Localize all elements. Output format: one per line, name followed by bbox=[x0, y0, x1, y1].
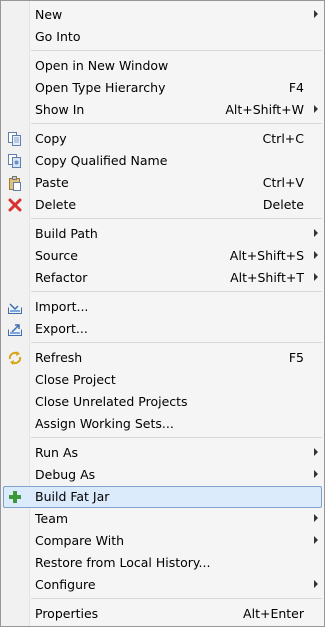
add-icon bbox=[7, 489, 23, 505]
submenu-arrow-icon bbox=[314, 514, 318, 522]
menu-item-label: New bbox=[35, 7, 63, 22]
copy-qualified-icon bbox=[7, 153, 23, 169]
menu-item-restore-from-local-history[interactable]: Restore from Local History... bbox=[1, 552, 324, 574]
menu-item-open-type-hierarchy[interactable]: Open Type Hierarchy F4 bbox=[1, 77, 324, 99]
submenu-arrow-icon bbox=[314, 470, 318, 478]
submenu-arrow-icon bbox=[314, 229, 318, 237]
menu-item-close-project[interactable]: Close Project bbox=[1, 369, 324, 391]
menu-item-label: Refactor bbox=[35, 270, 88, 285]
menu-item-build-fat-jar[interactable]: Build Fat Jar bbox=[1, 486, 324, 508]
submenu-arrow-icon bbox=[314, 273, 318, 281]
menu-separator bbox=[31, 342, 322, 343]
shortcut-label: Ctrl+C bbox=[262, 131, 304, 146]
menu-item-compare-with[interactable]: Compare With bbox=[1, 530, 324, 552]
menu-item-close-unrelated-projects[interactable]: Close Unrelated Projects bbox=[1, 391, 324, 413]
menu-item-import[interactable]: Import... bbox=[1, 296, 324, 318]
menu-separator bbox=[31, 291, 322, 292]
shortcut-label: Delete bbox=[262, 197, 304, 212]
menu-item-show-in[interactable]: Show In Alt+Shift+W bbox=[1, 99, 324, 121]
menu-item-label: Export... bbox=[35, 321, 88, 336]
shortcut-label: Alt+Enter bbox=[243, 606, 304, 621]
menu-item-label: Run As bbox=[35, 445, 79, 460]
menu-item-team[interactable]: Team bbox=[1, 508, 324, 530]
menu-item-label: Compare With bbox=[35, 533, 125, 548]
menu-item-copy-qualified-name[interactable]: Copy Qualified Name bbox=[1, 150, 324, 172]
menu-item-new[interactable]: New bbox=[1, 4, 324, 26]
menu-item-label: Open in New Window bbox=[35, 58, 169, 73]
menu-item-label: Open Type Hierarchy bbox=[35, 80, 166, 95]
menu-item-label: Assign Working Sets... bbox=[35, 416, 174, 431]
menu-item-label: Restore from Local History... bbox=[35, 555, 211, 570]
delete-icon bbox=[7, 197, 23, 213]
menu-item-label: Team bbox=[35, 511, 69, 526]
shortcut-label: F4 bbox=[288, 80, 304, 95]
context-menu: New Go Into Open in New Window Open Type… bbox=[0, 0, 325, 627]
menu-item-delete[interactable]: Delete Delete bbox=[1, 194, 324, 216]
menu-item-label: Source bbox=[35, 248, 78, 263]
submenu-arrow-icon bbox=[314, 105, 318, 113]
menu-item-label: Copy bbox=[35, 131, 67, 146]
paste-icon bbox=[7, 175, 23, 191]
menu-item-label: Build Fat Jar bbox=[35, 489, 110, 504]
menu-item-configure[interactable]: Configure bbox=[1, 574, 324, 596]
menu-item-build-path[interactable]: Build Path bbox=[1, 223, 324, 245]
submenu-arrow-icon bbox=[314, 536, 318, 544]
menu-separator bbox=[31, 598, 322, 599]
submenu-arrow-icon bbox=[314, 448, 318, 456]
menu-separator bbox=[31, 50, 322, 51]
menu-item-label: Refresh bbox=[35, 350, 83, 365]
menu-item-label: Debug As bbox=[35, 467, 96, 482]
menu-item-label: Close Unrelated Projects bbox=[35, 394, 188, 409]
menu-item-label: Properties bbox=[35, 606, 99, 621]
menu-item-label: Import... bbox=[35, 299, 89, 314]
import-icon bbox=[7, 299, 23, 315]
menu-item-debug-as[interactable]: Debug As bbox=[1, 464, 324, 486]
menu-item-open-in-new-window[interactable]: Open in New Window bbox=[1, 55, 324, 77]
menu-separator bbox=[31, 218, 322, 219]
export-icon bbox=[7, 321, 23, 337]
menu-item-label: Go Into bbox=[35, 29, 81, 44]
shortcut-label: Alt+Shift+S bbox=[229, 248, 304, 263]
shortcut-label: F5 bbox=[288, 350, 304, 365]
menu-item-copy[interactable]: Copy Ctrl+C bbox=[1, 128, 324, 150]
submenu-arrow-icon bbox=[314, 10, 318, 18]
menu-item-label: Copy Qualified Name bbox=[35, 153, 168, 168]
copy-icon bbox=[7, 131, 23, 147]
menu-item-source[interactable]: Source Alt+Shift+S bbox=[1, 245, 324, 267]
menu-item-label: Delete bbox=[35, 197, 77, 212]
menu-separator bbox=[31, 437, 322, 438]
menu-separator bbox=[31, 123, 322, 124]
menu-item-paste[interactable]: Paste Ctrl+V bbox=[1, 172, 324, 194]
menu-item-label: Build Path bbox=[35, 226, 98, 241]
refresh-icon bbox=[7, 350, 23, 366]
menu-item-label: Paste bbox=[35, 175, 69, 190]
menu-item-properties[interactable]: Properties Alt+Enter bbox=[1, 603, 324, 625]
submenu-arrow-icon bbox=[314, 580, 318, 588]
shortcut-label: Alt+Shift+T bbox=[230, 270, 304, 285]
shortcut-label: Alt+Shift+W bbox=[225, 102, 304, 117]
submenu-arrow-icon bbox=[314, 251, 318, 259]
shortcut-label: Ctrl+V bbox=[262, 175, 304, 190]
menu-item-export[interactable]: Export... bbox=[1, 318, 324, 340]
menu-item-assign-working-sets[interactable]: Assign Working Sets... bbox=[1, 413, 324, 435]
menu-item-refresh[interactable]: Refresh F5 bbox=[1, 347, 324, 369]
menu-item-label: Configure bbox=[35, 577, 96, 592]
menu-item-label: Close Project bbox=[35, 372, 116, 387]
menu-item-refactor[interactable]: Refactor Alt+Shift+T bbox=[1, 267, 324, 289]
menu-item-label: Show In bbox=[35, 102, 85, 117]
menu-item-go-into[interactable]: Go Into bbox=[1, 26, 324, 48]
menu-item-run-as[interactable]: Run As bbox=[1, 442, 324, 464]
